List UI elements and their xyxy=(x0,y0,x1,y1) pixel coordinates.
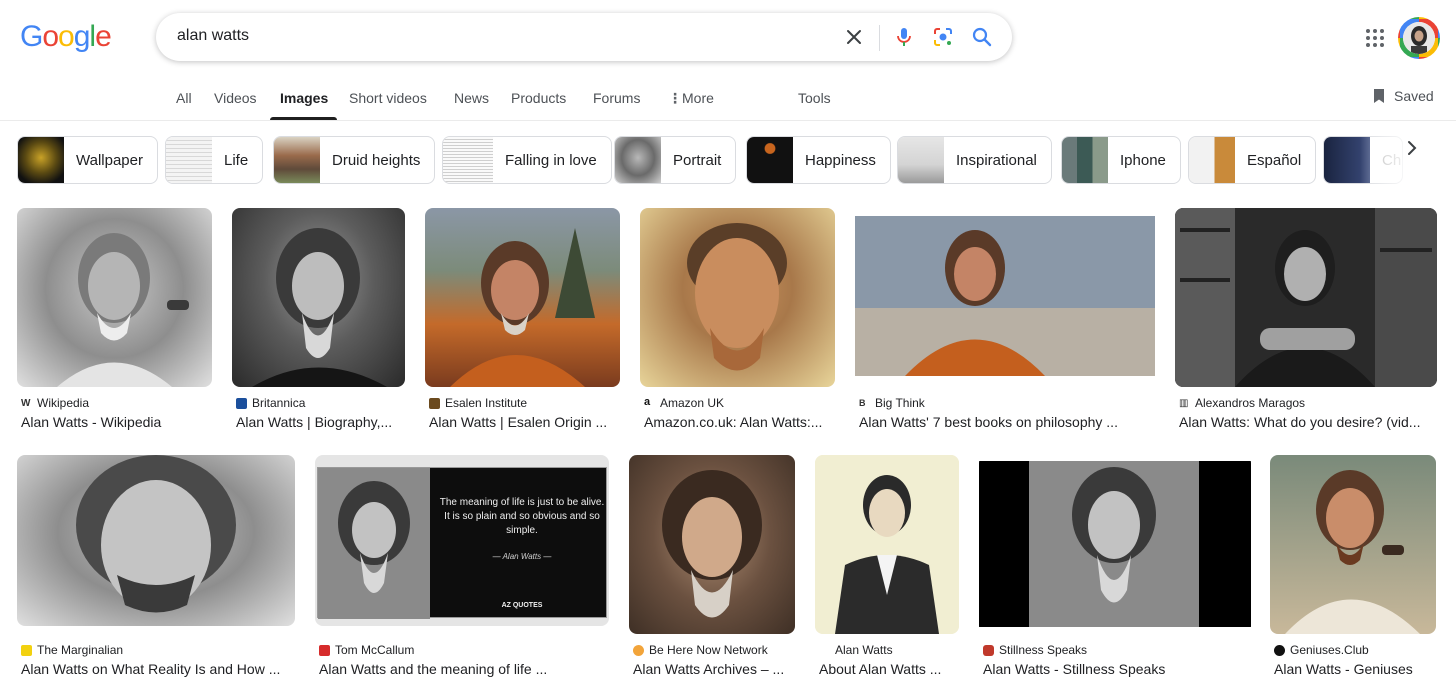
avatar[interactable] xyxy=(1398,17,1440,59)
active-tab-indicator xyxy=(270,117,337,120)
tools-button[interactable]: Tools xyxy=(798,90,831,106)
result-title[interactable]: Alan Watts - Geniuses xyxy=(1274,661,1436,677)
chip-thumbnail xyxy=(615,137,661,183)
tab-products[interactable]: Products xyxy=(511,90,566,106)
tab-more[interactable]: ⋮More xyxy=(668,90,714,107)
site-icon xyxy=(819,645,830,656)
saved-button[interactable]: Saved xyxy=(1372,88,1434,104)
result-thumbnail[interactable] xyxy=(425,208,620,387)
microphone-icon[interactable] xyxy=(892,25,916,49)
tab-videos[interactable]: Videos xyxy=(214,90,257,106)
tab-all[interactable]: All xyxy=(176,90,192,106)
chip-thumbnail xyxy=(898,137,944,183)
chip-druid-heights[interactable]: Druid heights xyxy=(273,136,436,184)
more-vertical-icon: ⋮ xyxy=(668,90,682,106)
result-title[interactable]: Alan Watts on What Reality Is and How ..… xyxy=(21,661,295,677)
result-source[interactable]: Tom McCallum xyxy=(319,643,414,657)
search-box[interactable]: alan watts xyxy=(156,13,1012,61)
result-source[interactable]: Esalen Institute xyxy=(429,396,527,410)
amazon-icon: a xyxy=(644,396,655,409)
result-source[interactable]: Britannica xyxy=(236,396,305,410)
quote-attribution: — Alan Watts — xyxy=(492,552,552,561)
search-tabs: All Videos Images Short videos News Prod… xyxy=(0,76,1456,121)
result-thumbnail[interactable] xyxy=(1175,208,1437,387)
tab-news[interactable]: News xyxy=(454,90,489,106)
google-logo[interactable]: Google xyxy=(20,20,112,54)
chip-iphone[interactable]: Iphone xyxy=(1061,136,1181,184)
chip-thumbnail xyxy=(166,137,212,183)
be-here-now-icon xyxy=(633,644,644,656)
result-thumbnail[interactable] xyxy=(855,208,1155,387)
tab-forums[interactable]: Forums xyxy=(593,90,640,106)
header: Google alan watts xyxy=(0,0,1456,76)
chip-life[interactable]: Life xyxy=(165,136,264,184)
close-icon[interactable] xyxy=(842,25,866,49)
search-input[interactable]: alan watts xyxy=(177,27,249,45)
quote-text: The meaning of life is just to be alive.… xyxy=(439,497,605,536)
result-source[interactable]: Be Here Now Network xyxy=(633,643,768,657)
esalen-icon xyxy=(429,397,440,409)
result-title[interactable]: Alan Watts | Biography,... xyxy=(236,414,406,430)
related-searches-chips: Wallpaper Life Druid heights Falling in … xyxy=(0,136,1456,184)
result-thumbnail[interactable] xyxy=(232,208,405,387)
chip-inspirational[interactable]: Inspirational xyxy=(897,136,1052,184)
chip-thumbnail xyxy=(18,137,64,183)
result-title[interactable]: Alan Watts Archives – ... xyxy=(633,661,795,677)
search-icon[interactable] xyxy=(970,25,994,49)
chip-thumbnail xyxy=(1189,137,1235,183)
chip-falling-in-love[interactable]: Falling in love xyxy=(442,136,612,184)
result-title[interactable]: Alan Watts and the meaning of life ... xyxy=(319,661,609,677)
chip-portrait[interactable]: Portrait xyxy=(614,136,737,184)
avatar-photo xyxy=(1403,22,1435,54)
result-title[interactable]: Alan Watts | Esalen Origin ... xyxy=(429,414,619,430)
result-title[interactable]: Alan Watts - Wikipedia xyxy=(21,414,211,430)
result-source[interactable]: Stillness Speaks xyxy=(983,643,1087,657)
result-title[interactable]: About Alan Watts ... xyxy=(819,661,959,677)
result-source[interactable]: W Wikipedia xyxy=(21,396,89,410)
search-divider xyxy=(879,25,880,51)
marginalian-icon xyxy=(21,644,32,656)
chip-happiness[interactable]: Happiness xyxy=(746,136,891,184)
bookmark-icon xyxy=(1374,89,1384,103)
big-think-icon: B xyxy=(859,397,870,409)
result-thumbnail[interactable]: The meaning of life is just to be alive.… xyxy=(315,455,609,626)
result-thumbnail[interactable] xyxy=(979,455,1251,634)
apps-grid-icon[interactable] xyxy=(1364,27,1386,49)
result-source[interactable]: The Marginalian xyxy=(21,643,123,657)
result-thumbnail[interactable] xyxy=(1270,455,1436,634)
result-source[interactable]: B Big Think xyxy=(859,396,925,410)
chip-thumbnail xyxy=(747,137,793,183)
quote-image: The meaning of life is just to be alive.… xyxy=(317,467,607,619)
result-source[interactable]: ▥ Alexandros Maragos xyxy=(1179,396,1305,410)
google-lens-icon[interactable] xyxy=(931,25,955,49)
result-thumbnail[interactable] xyxy=(815,455,959,634)
chevron-right-icon[interactable] xyxy=(1400,136,1424,160)
result-thumbnail[interactable] xyxy=(640,208,835,387)
result-thumbnail[interactable] xyxy=(17,455,295,626)
chip-wallpaper[interactable]: Wallpaper xyxy=(17,136,158,184)
result-thumbnail[interactable] xyxy=(629,455,795,634)
chip-thumbnail xyxy=(274,137,320,183)
result-title[interactable]: Alan Watts - Stillness Speaks xyxy=(983,661,1251,677)
quote-brand: AZ QUOTES xyxy=(501,602,543,609)
result-title[interactable]: Amazon.co.uk: Alan Watts:... xyxy=(644,414,834,430)
chip-thumbnail xyxy=(1062,137,1108,183)
tom-mccallum-icon xyxy=(319,644,330,656)
tab-short-videos[interactable]: Short videos xyxy=(349,90,427,106)
result-thumbnail[interactable] xyxy=(17,208,212,387)
chip-espanol[interactable]: Español xyxy=(1188,136,1317,184)
result-title[interactable]: Alan Watts: What do you desire? (vid... xyxy=(1179,414,1437,430)
tab-images[interactable]: Images xyxy=(280,90,328,106)
britannica-icon xyxy=(236,397,247,409)
result-source[interactable]: Geniuses.Club xyxy=(1274,643,1369,657)
chip-thumbnail xyxy=(443,137,493,183)
result-source[interactable]: Alan Watts xyxy=(819,643,893,657)
stillness-speaks-icon xyxy=(983,644,994,656)
wikipedia-icon: W xyxy=(21,397,32,409)
result-source[interactable]: a Amazon UK xyxy=(644,396,724,410)
geniuses-club-icon xyxy=(1274,644,1285,656)
result-title[interactable]: Alan Watts' 7 best books on philosophy .… xyxy=(859,414,1155,430)
site-icon: ▥ xyxy=(1179,397,1190,409)
